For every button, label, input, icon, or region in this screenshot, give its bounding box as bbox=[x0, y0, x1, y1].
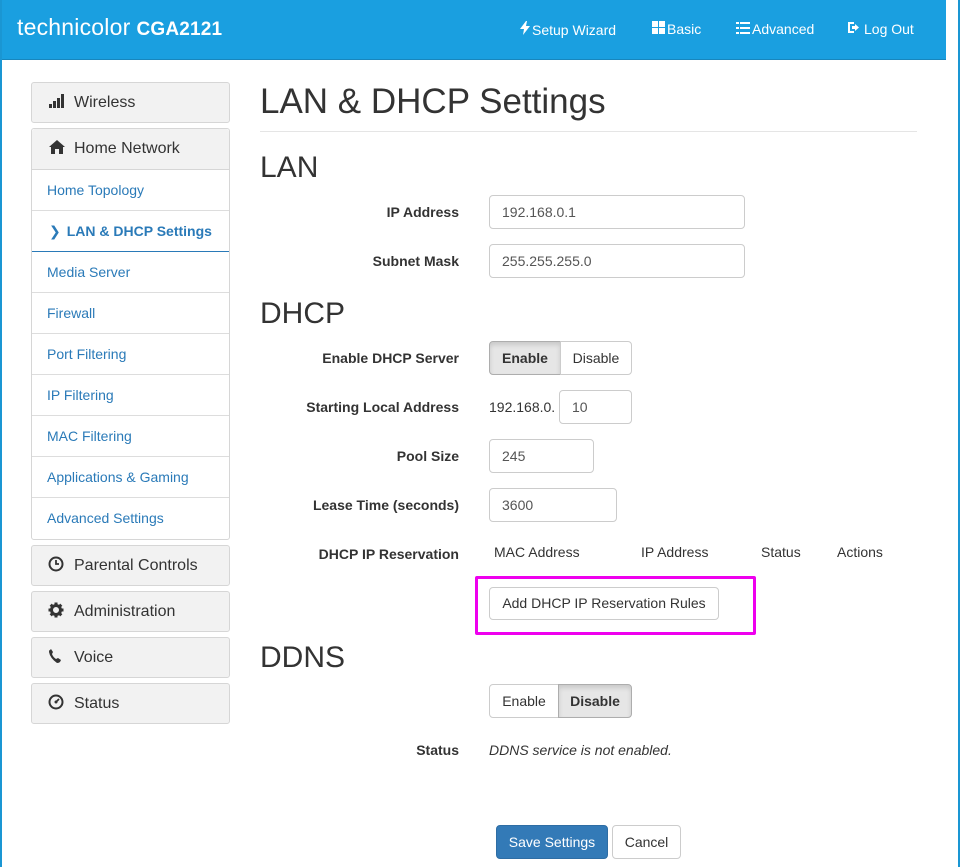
dhcp-reservation-label: DHCP IP Reservation bbox=[318, 546, 459, 562]
brand-model: CGA2121 bbox=[136, 19, 223, 40]
nav-basic[interactable]: Basic bbox=[652, 21, 701, 37]
sidebar-item-parental-controls[interactable]: Parental Controls bbox=[31, 545, 230, 586]
clock-icon bbox=[48, 556, 64, 572]
nav-logout-label: Log Out bbox=[864, 21, 914, 37]
sidebar-item-advanced-settings[interactable]: Advanced Settings bbox=[32, 498, 229, 539]
sidebar-item-parental-controls-label: Parental Controls bbox=[74, 557, 198, 574]
column-ip-address: IP Address bbox=[641, 544, 709, 560]
ddns-heading: DDNS bbox=[260, 641, 346, 674]
nav-setup-wizard[interactable]: Setup Wizard bbox=[520, 21, 616, 38]
ip-address-input[interactable] bbox=[489, 195, 745, 229]
sidebar-item-wireless[interactable]: Wireless bbox=[31, 82, 230, 123]
column-actions: Actions bbox=[837, 544, 883, 560]
pool-size-input[interactable] bbox=[489, 439, 594, 473]
sidebar-item-administration-label: Administration bbox=[74, 603, 176, 620]
dhcp-enable-button[interactable]: Enable bbox=[489, 341, 561, 375]
ddns-disable-button[interactable]: Disable bbox=[558, 684, 632, 718]
sidebar-item-port-filtering[interactable]: Port Filtering bbox=[32, 334, 229, 375]
ddns-status-label: Status bbox=[416, 742, 459, 758]
subnet-mask-label: Subnet Mask bbox=[372, 253, 459, 269]
lan-heading: LAN bbox=[260, 151, 319, 184]
sidebar-item-voice-label: Voice bbox=[74, 649, 114, 666]
nav-logout[interactable]: Log Out bbox=[848, 21, 914, 37]
sidebar-item-status-label: Status bbox=[74, 695, 120, 712]
ip-address-label: IP Address bbox=[386, 204, 459, 220]
nav-advanced[interactable]: Advanced bbox=[736, 21, 814, 37]
logout-icon bbox=[848, 22, 859, 33]
sidebar-item-firewall[interactable]: Firewall bbox=[32, 293, 229, 334]
home-network-panel: Home Network Home Topology ❯ LAN & DHCP S… bbox=[31, 128, 230, 540]
starting-address-prefix: 192.168.0. bbox=[489, 399, 556, 415]
sidebar-item-mac-filtering[interactable]: MAC Filtering bbox=[32, 416, 229, 457]
sidebar-item-home-topology[interactable]: Home Topology bbox=[32, 170, 229, 211]
gear-icon bbox=[48, 602, 64, 618]
sidebar-item-home-network-label: Home Network bbox=[74, 140, 180, 157]
column-mac-address: MAC Address bbox=[494, 544, 580, 560]
sidebar-item-home-network[interactable]: Home Network bbox=[32, 129, 229, 170]
pool-size-label: Pool Size bbox=[396, 448, 459, 464]
nav-advanced-label: Advanced bbox=[752, 21, 815, 37]
signal-icon bbox=[49, 94, 64, 108]
sidebar-item-lan-dhcp-label: LAN & DHCP Settings bbox=[66, 223, 212, 239]
sidebar-item-administration[interactable]: Administration bbox=[31, 591, 230, 632]
enable-dhcp-label: Enable DHCP Server bbox=[322, 350, 459, 366]
dashboard-icon bbox=[48, 694, 64, 710]
sidebar: Wireless Home Network Home Topology ❯ LAN… bbox=[31, 82, 230, 729]
home-icon bbox=[49, 140, 65, 154]
brand-name: technicolor bbox=[17, 14, 131, 40]
sidebar-item-voice[interactable]: Voice bbox=[31, 637, 230, 678]
brand-logo[interactable]: technicolor CGA2121 bbox=[17, 14, 222, 41]
nav-basic-label: Basic bbox=[667, 21, 702, 37]
sidebar-item-status[interactable]: Status bbox=[31, 683, 230, 724]
column-status: Status bbox=[761, 544, 801, 560]
cancel-button[interactable]: Cancel bbox=[612, 825, 681, 859]
add-reservation-rules-button[interactable]: Add DHCP IP Reservation Rules bbox=[489, 587, 719, 620]
lease-time-input[interactable] bbox=[489, 488, 617, 522]
subnet-mask-input[interactable] bbox=[489, 244, 745, 278]
ddns-status-value: DDNS service is not enabled. bbox=[489, 742, 672, 758]
dhcp-heading: DHCP bbox=[260, 297, 346, 330]
sidebar-item-applications-gaming[interactable]: Applications & Gaming bbox=[32, 457, 229, 498]
sidebar-item-lan-dhcp[interactable]: ❯ LAN & DHCP Settings bbox=[32, 211, 229, 252]
top-navbar: technicolor CGA2121 Setup Wizard Basic Ad… bbox=[2, 0, 946, 60]
phone-icon bbox=[49, 649, 61, 663]
page-title: LAN & DHCP Settings bbox=[260, 82, 606, 121]
list-icon bbox=[736, 22, 750, 34]
title-divider bbox=[260, 131, 917, 132]
nav-setup-wizard-label: Setup Wizard bbox=[532, 22, 617, 38]
sidebar-item-ip-filtering[interactable]: IP Filtering bbox=[32, 375, 229, 416]
chevron-right-icon: ❯ bbox=[49, 223, 61, 239]
sidebar-item-wireless-label: Wireless bbox=[74, 94, 136, 111]
starting-address-input[interactable] bbox=[559, 390, 632, 424]
sidebar-item-media-server[interactable]: Media Server bbox=[32, 252, 229, 293]
dhcp-disable-button[interactable]: Disable bbox=[560, 341, 632, 375]
ddns-enable-button[interactable]: Enable bbox=[489, 684, 559, 718]
grid-icon bbox=[652, 21, 665, 34]
starting-address-label: Starting Local Address bbox=[306, 399, 459, 415]
save-settings-button[interactable]: Save Settings bbox=[496, 825, 608, 859]
lease-time-label: Lease Time (seconds) bbox=[312, 497, 459, 513]
bolt-icon bbox=[520, 21, 530, 35]
